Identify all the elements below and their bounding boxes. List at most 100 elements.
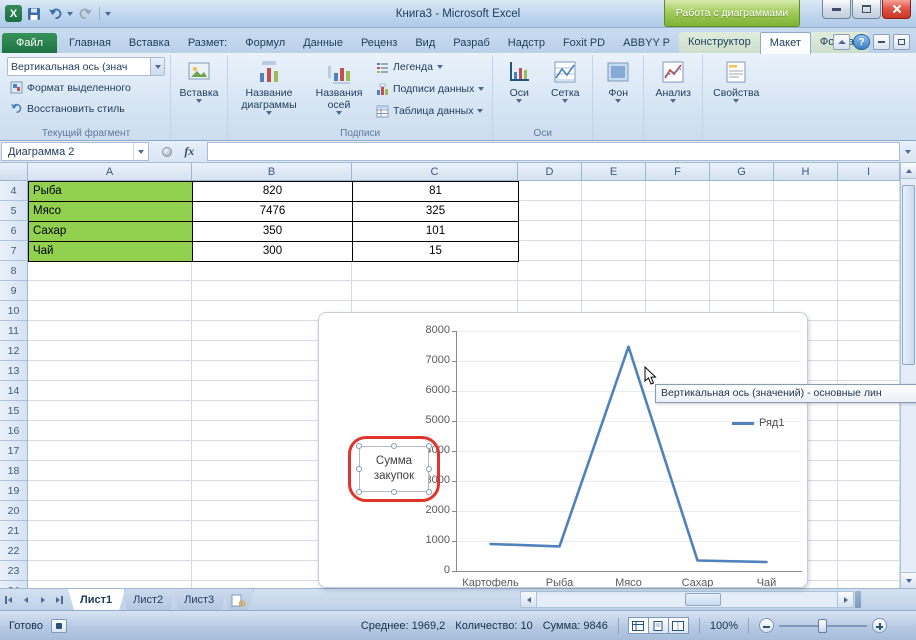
scroll-up-button[interactable]	[901, 163, 916, 179]
last-sheet-button[interactable]	[51, 589, 68, 610]
scroll-down-button[interactable]	[901, 572, 916, 588]
row-header-9[interactable]: 9	[0, 281, 27, 301]
vertical-scrollbar[interactable]	[900, 163, 916, 588]
close-button[interactable]	[882, 0, 911, 19]
ribbon-tab-3[interactable]: Формул	[236, 33, 294, 53]
sheet-tab-1[interactable]: Лист1	[68, 589, 125, 610]
row-header-17[interactable]: 17	[0, 441, 27, 461]
cell-B4[interactable]: 820	[192, 181, 353, 202]
axes-button[interactable]: Оси	[498, 57, 540, 125]
row-header-8[interactable]: 8	[0, 261, 27, 281]
zoom-in-button[interactable]	[872, 618, 887, 633]
zoom-out-button[interactable]	[759, 618, 774, 633]
select-all-corner[interactable]	[0, 163, 28, 180]
fx-icon[interactable]: fx	[184, 144, 194, 159]
data-labels-button[interactable]: Подписи данных	[373, 79, 487, 99]
data-table-button[interactable]: Таблица данных	[373, 101, 487, 121]
redo-button[interactable]	[76, 5, 94, 23]
row-header-23[interactable]: 23	[0, 561, 27, 581]
undo-button[interactable]	[46, 5, 64, 23]
horizontal-scrollbar[interactable]	[537, 591, 837, 608]
column-header-E[interactable]: E	[582, 163, 646, 180]
zoom-slider[interactable]	[779, 625, 867, 627]
row-header-21[interactable]: 21	[0, 521, 27, 541]
row-header-10[interactable]: 10	[0, 301, 27, 321]
ribbon-tab-contextual-0[interactable]: Конструктор	[679, 32, 760, 53]
name-box[interactable]: Диаграмма 2	[1, 142, 149, 161]
horizontal-scroll-thumb[interactable]	[685, 593, 721, 606]
column-header-D[interactable]: D	[518, 163, 582, 180]
row-header-15[interactable]: 15	[0, 401, 27, 421]
ribbon-tab-2[interactable]: Размет:	[179, 33, 236, 53]
row-header-14[interactable]: 14	[0, 381, 27, 401]
doc-minimize-button[interactable]	[873, 34, 890, 50]
row-header-13[interactable]: 13	[0, 361, 27, 381]
chart[interactable]: 010002000300040005000600070008000Картофе…	[318, 312, 808, 588]
sheet-tab-2[interactable]: Лист2	[121, 589, 176, 610]
scroll-right-button[interactable]	[837, 591, 854, 608]
column-header-F[interactable]: F	[646, 163, 710, 180]
row-header-12[interactable]: 12	[0, 341, 27, 361]
ribbon-tab-7[interactable]: Разраб	[444, 33, 499, 53]
doc-restore-button[interactable]	[893, 34, 910, 50]
row-header-18[interactable]: 18	[0, 461, 27, 481]
row-header-19[interactable]: 19	[0, 481, 27, 501]
row-header-7[interactable]: 7	[0, 241, 27, 261]
ribbon-tab-0[interactable]: Главная	[60, 33, 120, 53]
background-button[interactable]: Фон	[598, 57, 638, 125]
legend-button[interactable]: Легенда	[373, 57, 487, 77]
name-box-dropdown-icon[interactable]	[133, 143, 148, 160]
ribbon-tab-10[interactable]: ABBYY P	[614, 33, 679, 53]
column-header-B[interactable]: B	[192, 163, 352, 180]
maximize-button[interactable]	[852, 0, 881, 19]
cell-B7[interactable]: 300	[192, 241, 353, 262]
cell-A6[interactable]: Сахар	[28, 221, 193, 242]
macro-record-button[interactable]	[51, 619, 67, 633]
format-selection-button[interactable]: Формат выделенного	[7, 78, 165, 97]
qat-customize-icon[interactable]	[105, 12, 111, 16]
cell-B6[interactable]: 350	[192, 221, 353, 242]
save-button[interactable]	[25, 5, 43, 23]
analysis-button[interactable]: Анализ	[649, 57, 697, 125]
ribbon-tab-4[interactable]: Данные	[294, 33, 352, 53]
gridlines-button[interactable]: Сетка	[543, 57, 587, 125]
ribbon-tab-9[interactable]: Foxit PD	[554, 33, 614, 53]
cell-C7[interactable]: 15	[352, 241, 519, 262]
excel-logo-icon[interactable]: X	[5, 5, 22, 22]
column-header-C[interactable]: C	[352, 163, 518, 180]
row-header-11[interactable]: 11	[0, 321, 27, 341]
selector-dropdown-icon[interactable]	[150, 58, 164, 75]
tab-file[interactable]: Файл	[2, 33, 57, 53]
cell-C4[interactable]: 81	[352, 181, 519, 202]
cell-A4[interactable]: Рыба	[28, 181, 193, 202]
collapse-ribbon-button[interactable]	[833, 34, 850, 50]
cell-A5[interactable]: Мясо	[28, 201, 193, 222]
column-header-G[interactable]: G	[710, 163, 774, 180]
column-header-H[interactable]: H	[774, 163, 838, 180]
insert-button[interactable]: Вставка	[176, 57, 222, 125]
chart-legend[interactable]: Ряд1	[732, 417, 784, 429]
normal-view-button[interactable]	[628, 617, 649, 634]
first-sheet-button[interactable]	[0, 589, 17, 610]
vertical-scroll-thumb[interactable]	[902, 185, 915, 365]
ribbon-tab-contextual-1[interactable]: Макет	[760, 32, 811, 54]
zoom-level[interactable]: 100%	[710, 620, 738, 632]
axis-titles-button[interactable]: Названия осей	[308, 57, 370, 125]
cell-C5[interactable]: 325	[352, 201, 519, 222]
chart-title-button[interactable]: Название диаграммы	[233, 57, 305, 125]
ribbon-tab-5[interactable]: Реценз	[352, 33, 406, 53]
column-header-A[interactable]: A	[28, 163, 192, 180]
zoom-slider-thumb[interactable]	[818, 619, 827, 633]
cell-C6[interactable]: 101	[352, 221, 519, 242]
cell-A7[interactable]: Чай	[28, 241, 193, 262]
row-header-6[interactable]: 6	[0, 221, 27, 241]
formula-bar-expand-button[interactable]	[900, 141, 916, 162]
page-layout-view-button[interactable]	[648, 617, 669, 634]
row-header-20[interactable]: 20	[0, 501, 27, 521]
column-header-I[interactable]: I	[838, 163, 900, 180]
tab-split-handle[interactable]	[855, 591, 861, 608]
row-header-16[interactable]: 16	[0, 421, 27, 441]
prev-sheet-button[interactable]	[17, 589, 34, 610]
properties-button[interactable]: Свойства	[708, 57, 764, 125]
minimize-button[interactable]	[822, 0, 851, 19]
